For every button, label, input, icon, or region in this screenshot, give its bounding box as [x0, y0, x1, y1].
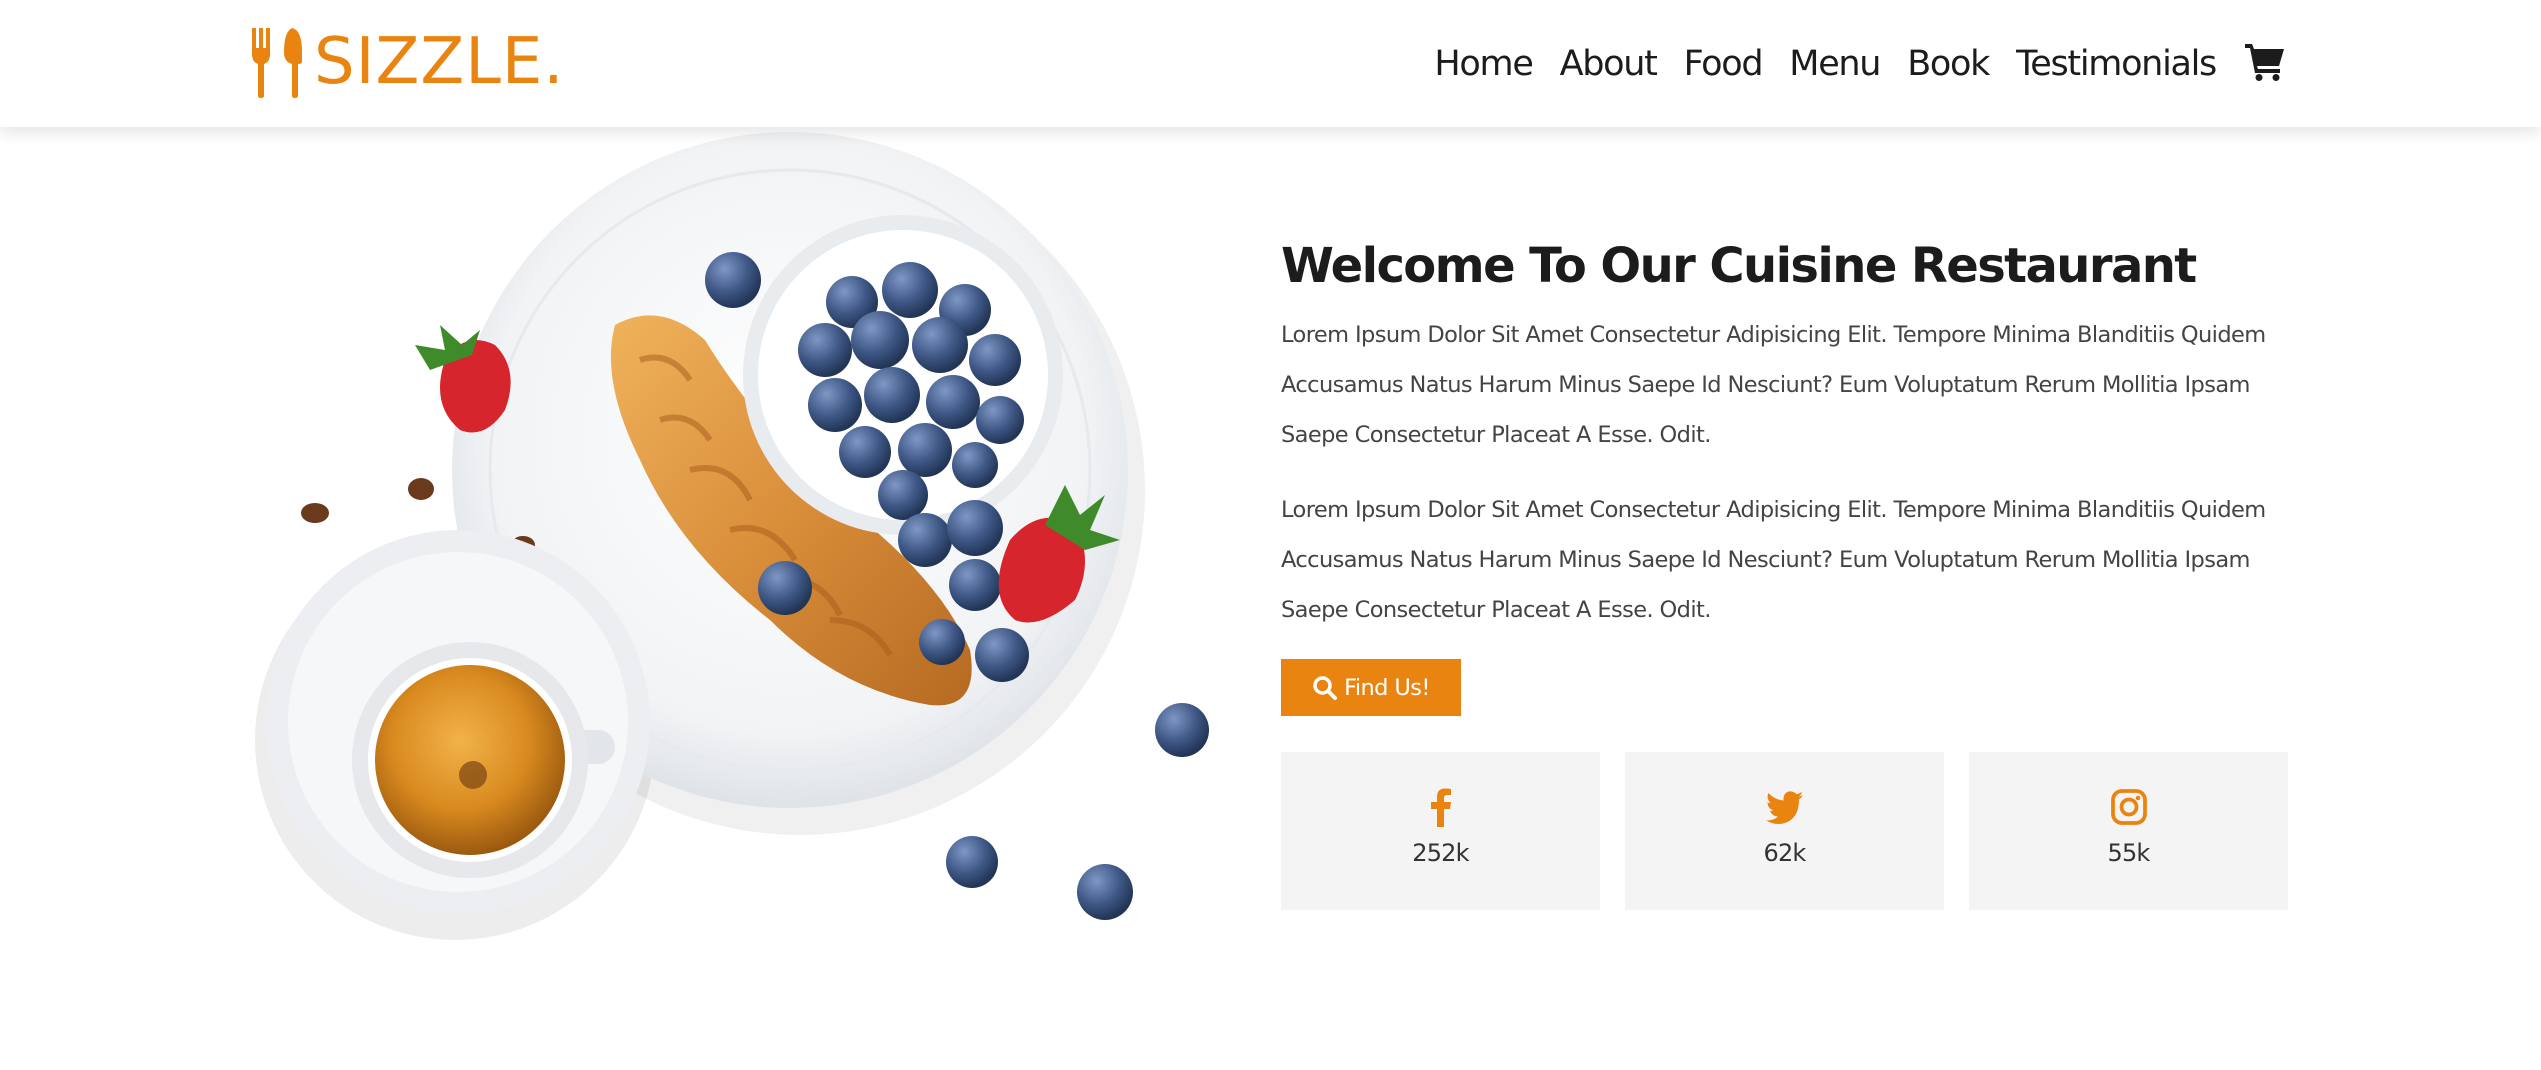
main-nav: Home About Food Menu Book Testimonials [1434, 28, 2286, 100]
intro-paragraph-2: Lorem Ipsum Dolor Sit Amet Consectetur A… [1281, 497, 2266, 623]
social-card-twitter[interactable]: 62k [1625, 752, 1944, 910]
twitter-count: 62k [1763, 839, 1806, 867]
search-icon [1313, 675, 1338, 700]
facebook-count: 252k [1412, 839, 1469, 867]
instagram-count: 55k [2107, 839, 2150, 867]
social-card-facebook[interactable]: 252k [1281, 752, 1600, 910]
twitter-icon [1765, 791, 1803, 824]
brand-name: SIZZLE. [314, 25, 565, 99]
brand-logo[interactable]: SIZZLE. [248, 26, 565, 98]
intro-paragraph-1: Lorem Ipsum Dolor Sit Amet Consectetur A… [1281, 322, 2266, 448]
nav-item-home[interactable]: Home [1434, 44, 1533, 84]
social-stats: 252k 62k 55k [1281, 752, 2288, 910]
nav-item-about[interactable]: About [1560, 44, 1658, 84]
shopping-cart-icon[interactable] [2244, 40, 2286, 82]
instagram-icon [2110, 789, 2147, 825]
nav-item-food[interactable]: Food [1684, 44, 1764, 84]
hero-food-image [255, 132, 1209, 940]
nav-item-book[interactable]: Book [1907, 44, 1990, 84]
site-header: SIZZLE. Home About Food Menu Book Testim… [0, 0, 2541, 127]
facebook-icon [1430, 788, 1451, 827]
welcome-section: Welcome To Our Cuisine Restaurant Lorem … [1281, 228, 2288, 910]
nav-item-testimonials[interactable]: Testimonials [2016, 44, 2217, 84]
social-card-instagram[interactable]: 55k [1969, 752, 2288, 910]
find-us-button[interactable]: Find Us! [1281, 659, 1461, 716]
find-us-label: Find Us! [1344, 674, 1430, 701]
fork-knife-icon [252, 28, 302, 98]
page-title: Welcome To Our Cuisine Restaurant [1281, 238, 2197, 294]
nav-item-menu[interactable]: Menu [1789, 44, 1881, 84]
